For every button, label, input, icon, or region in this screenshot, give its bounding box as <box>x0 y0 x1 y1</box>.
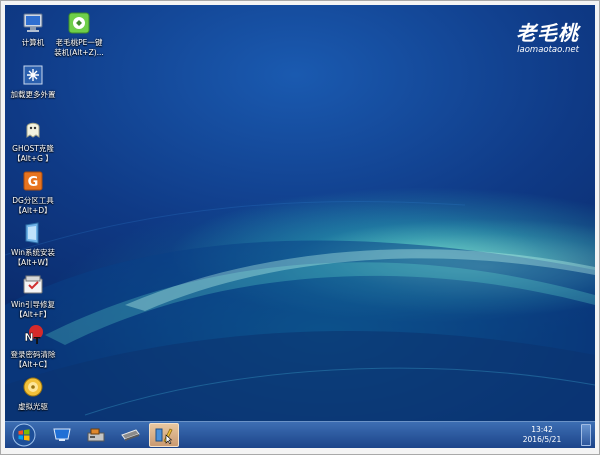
desktop-icon-win-install[interactable]: Win系统安装 【Alt+W】 <box>5 221 63 268</box>
desktop-icon-password-clear[interactable]: N T 登录密码清除 【Alt+C】 <box>5 323 63 370</box>
desktop-icon-label: 【Alt+C】 <box>14 360 52 369</box>
wallpaper-swoosh <box>5 201 595 448</box>
boot-repair-icon <box>23 275 43 294</box>
taskbar-pe-tools-button[interactable] <box>149 423 179 447</box>
logo-url: laomaotao.net <box>517 45 579 55</box>
desktop-icon-virtual-drive[interactable]: 虚拟光驱 <box>5 375 63 412</box>
system-clock[interactable]: 13:42 2016/5/21 <box>517 425 567 445</box>
desktop: 老毛桃 laomaotao.net 计算机 老毛桃PE一键 装机(Alt+Z).… <box>5 5 595 448</box>
display-icon <box>53 428 71 441</box>
svg-text:T: T <box>34 336 41 347</box>
taskbar-display-button[interactable] <box>47 423 77 447</box>
pe-tools-icon <box>155 428 173 444</box>
desktop-icon-label: DG分区工具 <box>12 196 54 205</box>
desktop-icon-label: 【Alt+W】 <box>13 258 53 267</box>
password-clear-icon: N T <box>24 325 43 347</box>
taskbar: 13:42 2016/5/21 <box>5 421 595 448</box>
desktop-icon-label: Win系统安装 <box>10 248 56 257</box>
load-more-icon <box>23 65 43 85</box>
windows-start-icon[interactable] <box>12 423 36 447</box>
desktop-icon-installer[interactable]: 老毛桃PE一键 装机(Alt+Z)... <box>49 11 109 58</box>
desktop-icon-label: GHOST克隆 <box>12 144 54 153</box>
virtual-drive-icon <box>23 377 43 397</box>
desktop-icon-label: 【Alt+F】 <box>15 310 51 319</box>
logo-text: 老毛桃 <box>516 21 579 45</box>
taskbar-tools-button[interactable] <box>81 423 111 447</box>
desktop-icon-label: 登录密码清除 <box>10 350 56 359</box>
installer-icon <box>68 12 90 34</box>
tools-icon <box>87 428 105 442</box>
ghost-icon <box>26 122 40 138</box>
diskgenius-icon: G <box>23 171 43 191</box>
svg-text:N: N <box>24 331 33 344</box>
desktop-icon-label: 装机(Alt+Z)... <box>54 48 104 57</box>
desktop-icon-ghost[interactable]: GHOST克隆 【Alt+G 】 <box>5 117 63 164</box>
clock-time: 13:42 <box>531 425 553 434</box>
desktop-icon-label: 【Alt+G 】 <box>13 154 53 163</box>
window-frame: 老毛桃 laomaotao.net 计算机 老毛桃PE一键 装机(Alt+Z).… <box>0 0 600 455</box>
desktop-icon-label: 加载更多外置 <box>10 90 56 99</box>
taskbar-drive-button[interactable] <box>115 423 145 447</box>
brand-logo: 老毛桃 laomaotao.net <box>489 21 579 65</box>
computer-icon <box>23 13 43 32</box>
desktop-icon-boot-repair[interactable]: Win引导修复 【Alt+F】 <box>5 273 63 320</box>
clock-date: 2016/5/21 <box>522 435 562 444</box>
desktop-icon-label: 老毛桃PE一键 <box>55 38 103 47</box>
desktop-icon-diskgenius[interactable]: G DG分区工具 【Alt+D】 <box>5 169 63 216</box>
desktop-icon-label: Win引导修复 <box>10 300 56 309</box>
win-install-icon <box>25 222 39 244</box>
svg-text:G: G <box>28 175 39 190</box>
drive-icon <box>121 429 140 441</box>
desktop-icon-label: 虚拟光驱 <box>18 402 48 411</box>
desktop-icon-label: 【Alt+D】 <box>14 206 52 215</box>
desktop-icon-load-more[interactable]: 加载更多外置 <box>5 63 65 100</box>
show-desktop-button[interactable] <box>581 424 591 446</box>
